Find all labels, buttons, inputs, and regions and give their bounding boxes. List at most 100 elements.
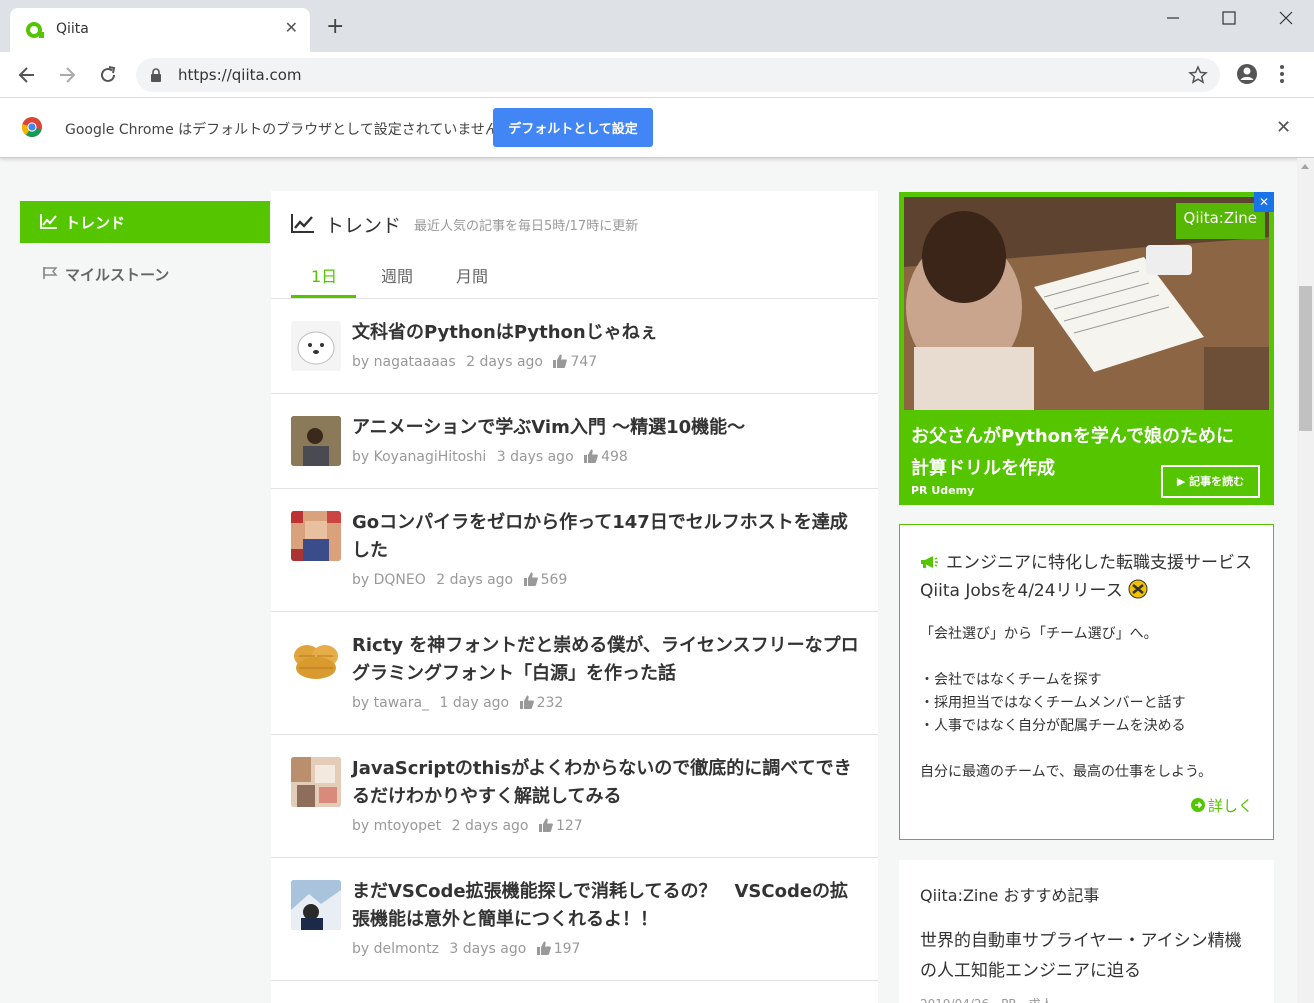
avatar[interactable] xyxy=(291,416,341,466)
feed-item[interactable]: JavaScriptのthisがよくわからないので徹底的に調べてできるだけわかり… xyxy=(271,735,878,858)
tab-strip: Qiita ✕ + xyxy=(0,0,1314,52)
ad-photo: Qiita:Zine xyxy=(904,197,1269,410)
new-tab-icon[interactable]: + xyxy=(326,16,344,38)
arrow-circle-right-icon xyxy=(1190,798,1205,812)
tab-title: Qiita xyxy=(56,21,89,37)
sidebar-item-label: マイルストーン xyxy=(65,266,170,284)
avatar[interactable] xyxy=(291,321,341,371)
tab-weekly[interactable]: 週間 xyxy=(381,263,413,287)
feed-item[interactable]: まだVSCode拡張機能探しで消耗してるの？ VSCodeの拡張機能は意外と簡単… xyxy=(271,858,878,981)
like-count: 197 xyxy=(553,941,581,957)
lock-icon[interactable] xyxy=(150,68,162,82)
feed-item[interactable]: 文科省のPythonはPythonじゃねぇ by nagataaaas 2 da… xyxy=(271,299,878,394)
sidebar-item-milestone[interactable]: マイルストーン xyxy=(20,254,270,294)
qiita-favicon-icon xyxy=(24,20,46,40)
minimize-icon[interactable] xyxy=(1163,8,1183,28)
article-title-link[interactable]: まだVSCode拡張機能探しで消耗してるの？ VSCodeの拡張機能は意外と簡単… xyxy=(352,878,862,934)
like-thumb-icon xyxy=(536,941,551,955)
ad-brand-label: Qiita:Zine xyxy=(1175,203,1265,239)
like-thumb-icon xyxy=(538,818,553,832)
ad-headline-2: 計算ドリルを作成 xyxy=(911,458,1055,479)
page-scrollbar[interactable] xyxy=(1297,158,1314,1003)
feed-item[interactable]: Goコンパイラをゼロから作って147日でセルフホストを達成した by DQNEO… xyxy=(271,489,878,612)
article-title-link[interactable]: Goコンパイラをゼロから作って147日でセルフホストを達成した xyxy=(352,509,862,565)
ad-sponsor: PR Udemy xyxy=(911,484,975,497)
like-count: 569 xyxy=(540,572,568,588)
scroll-thumb[interactable] xyxy=(1299,286,1312,431)
tab-daily[interactable]: 1日 xyxy=(311,263,337,287)
avatar[interactable] xyxy=(291,511,341,561)
article-time: 2 days ago xyxy=(451,818,529,834)
avatar[interactable] xyxy=(291,634,341,684)
article-time: 3 days ago xyxy=(449,941,527,957)
author-link[interactable]: by KoyanagiHitoshi xyxy=(352,449,486,465)
back-arrow-icon[interactable] xyxy=(16,64,38,86)
reload-icon[interactable] xyxy=(97,64,119,86)
feed-item[interactable]: Ricty を神フォントだと崇める僕が、ライセンスフリーなプログラミングフォント… xyxy=(271,612,878,735)
zine-article-link[interactable]: 世界的自動車サプライヤー・アイシン精機の人工知能エンジニアに迫る xyxy=(920,926,1250,986)
qiita-zine-ad-banner[interactable]: Qiita:Zine ✕ お父さんがPythonを学んで娘のために 計算ドリルを… xyxy=(899,192,1274,505)
tab-monthly[interactable]: 月間 xyxy=(456,263,488,287)
account-icon[interactable] xyxy=(1236,63,1258,85)
zine-article-meta: 2019/04/26 PR 求人 xyxy=(920,995,1053,1003)
qiita-jobs-announcement: エンジニアに特化した転職支援サービスQiita Jobsを4/24リリース 「会… xyxy=(899,524,1274,840)
article-meta: by DQNEO 2 days ago 569 xyxy=(352,572,573,588)
chrome-logo-icon xyxy=(21,117,42,137)
like-count: 232 xyxy=(536,695,564,711)
article-title-link[interactable]: アニメーションで学ぶVim入門 〜精選10機能〜 xyxy=(352,414,862,442)
emoji-icon xyxy=(1128,579,1148,599)
maximize-icon[interactable] xyxy=(1219,8,1239,28)
trend-feed: トレンド 最近人気の記事を毎日5時/17時に更新 1日 週間 月間 文科省のPy… xyxy=(271,191,878,1003)
article-meta: by nagataaaas 2 days ago 747 xyxy=(352,354,603,370)
article-title-link[interactable]: JavaScriptのthisがよくわからないので徹底的に調べてできるだけわかり… xyxy=(352,755,862,811)
avatar[interactable] xyxy=(291,880,341,930)
browser-tab[interactable]: Qiita ✕ xyxy=(10,8,310,52)
feed-item[interactable]: アニメーションで学ぶVim入門 〜精選10機能〜 by KoyanagiHito… xyxy=(271,394,878,489)
zine-recommendations: Qiita:Zine おすすめ記事 世界的自動車サプライヤー・アイシン精機の人工… xyxy=(899,860,1274,1003)
page-title: トレンド xyxy=(325,215,402,237)
like-count: 498 xyxy=(601,449,628,465)
author-link[interactable]: by nagataaaas xyxy=(352,354,456,370)
sidebar-item-trend[interactable]: トレンド xyxy=(20,201,270,243)
active-tab-indicator xyxy=(291,295,356,298)
sidebar-item-label: トレンド xyxy=(65,214,126,232)
avatar[interactable] xyxy=(291,757,341,807)
megaphone-icon xyxy=(921,556,938,568)
ad-choices-close-icon[interactable]: ✕ xyxy=(1254,192,1274,212)
like-thumb-icon xyxy=(523,572,538,586)
feed-subtitle: 最近人気の記事を毎日5時/17時に更新 xyxy=(414,219,639,234)
infobar-message: Google Chrome はデフォルトのブラウザとして設定されていません xyxy=(65,122,499,138)
tab-close-icon[interactable]: ✕ xyxy=(285,18,298,37)
ad-read-more-button[interactable]: ▶ 記事を読む xyxy=(1161,465,1260,498)
article-meta: by mtoyopet 2 days ago 127 xyxy=(352,818,589,834)
address-bar[interactable]: https://qiita.com xyxy=(136,58,1220,92)
default-browser-infobar: Google Chrome はデフォルトのブラウザとして設定されていません デフ… xyxy=(0,98,1314,158)
scroll-up-arrow-icon[interactable] xyxy=(1301,164,1309,169)
announcement-body: 「会社選び」から「チーム選び」へ。 ・会社ではなくチームを探す ・採用担当ではな… xyxy=(920,626,1213,780)
article-time: 1 day ago xyxy=(439,695,510,711)
article-time: 3 days ago xyxy=(496,449,574,465)
feed-header: トレンド 最近人気の記事を毎日5時/17時に更新 1日 週間 月間 xyxy=(271,191,878,299)
article-title-link[interactable]: 文科省のPythonはPythonじゃねぇ xyxy=(352,319,862,347)
article-time: 2 days ago xyxy=(436,572,514,588)
window-close-icon[interactable] xyxy=(1276,8,1296,28)
author-link[interactable]: by mtoyopet xyxy=(352,818,441,834)
article-meta: by delmontz 3 days ago 197 xyxy=(352,941,586,957)
author-link[interactable]: by delmontz xyxy=(352,941,439,957)
like-count: 127 xyxy=(555,818,583,834)
menu-kebab-icon[interactable] xyxy=(1279,64,1285,84)
article-time: 2 days ago xyxy=(466,354,543,370)
author-link[interactable]: by DQNEO xyxy=(352,572,426,588)
forward-arrow-icon[interactable] xyxy=(56,64,78,86)
infobar-close-icon[interactable]: ✕ xyxy=(1276,117,1291,138)
article-title-link[interactable]: Ricty を神フォントだと崇める僕が、ライセンスフリーなプログラミングフォント… xyxy=(352,632,862,688)
flag-icon xyxy=(43,267,58,279)
announcement-title: エンジニアに特化した転職支援サービスQiita Jobsを4/24リリース xyxy=(920,553,1252,601)
ad-headline: お父さんがPythonを学んで娘のために xyxy=(911,426,1234,447)
url-text[interactable]: https://qiita.com xyxy=(178,66,302,84)
set-default-button[interactable]: デフォルトとして設定 xyxy=(493,108,653,147)
bookmark-star-icon[interactable] xyxy=(1188,65,1208,85)
author-link[interactable]: by tawara_ xyxy=(352,695,429,711)
details-link[interactable]: 詳しく xyxy=(1190,795,1253,816)
browser-toolbar: https://qiita.com xyxy=(0,52,1314,98)
